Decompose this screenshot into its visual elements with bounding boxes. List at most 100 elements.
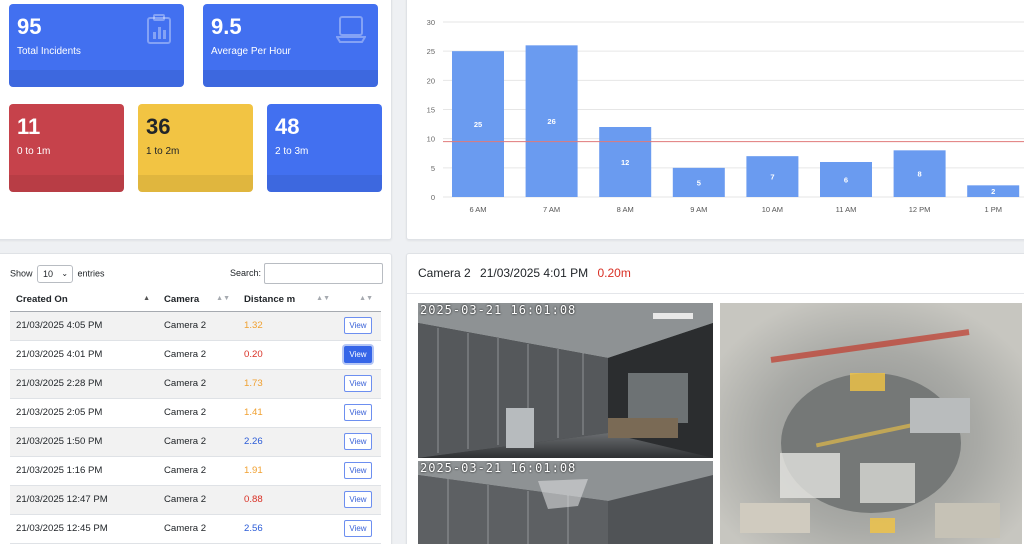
- bar-data-label: 8: [918, 170, 922, 179]
- table-row: 21/03/2025 12:45 PM Camera 2 2.56 View: [10, 514, 381, 544]
- column-header-actions[interactable]: ▲▼: [338, 289, 381, 312]
- clipboard-chart-icon: [146, 14, 172, 49]
- show-label: Show: [10, 268, 33, 279]
- range-1-2m-label: 1 to 2m: [146, 146, 180, 157]
- column-header-created-on[interactable]: Created On ▲: [10, 289, 158, 312]
- view-button[interactable]: View: [344, 433, 372, 450]
- view-button[interactable]: View: [344, 462, 372, 479]
- camera-cell: Camera 2: [158, 427, 238, 457]
- camera-feed-bottom: 2025-03-21 16:01:08: [418, 461, 713, 544]
- average-per-hour-label: Average Per Hour: [211, 46, 291, 57]
- distance-cell: 0.88: [238, 485, 338, 515]
- camera-timestamp-top: 2025-03-21 16:01:08: [420, 303, 577, 317]
- actions-cell: View: [338, 514, 381, 544]
- range-2-3m-card: 48 2 to 3m: [267, 104, 382, 192]
- sort-icon: ▲▼: [316, 295, 330, 302]
- actions-cell: View: [338, 398, 381, 428]
- actions-cell: View: [338, 427, 381, 457]
- distance-cell: 1.91: [238, 456, 338, 486]
- sort-asc-icon: ▲: [143, 295, 150, 302]
- column-header-camera[interactable]: Camera ▲▼: [158, 289, 238, 312]
- y-tick-label: 10: [427, 135, 435, 144]
- view-button[interactable]: View: [344, 491, 372, 508]
- table-row: 21/03/2025 1:16 PM Camera 2 1.91 View: [10, 456, 381, 486]
- bar-data-label: 2: [991, 187, 995, 196]
- camera-feed-top: 2025-03-21 16:01:08: [418, 303, 713, 458]
- distance-cell: 1.41: [238, 398, 338, 428]
- x-tick-label: 8 AM: [617, 205, 634, 214]
- total-incidents-card: 95 Total Incidents: [9, 4, 184, 87]
- total-incidents-value: 95: [17, 14, 42, 39]
- camera-timestamp-bottom: 2025-03-21 16:01:08: [420, 461, 577, 475]
- sort-icon: ▲▼: [359, 295, 373, 302]
- table-row: 21/03/2025 4:01 PM Camera 2 0.20 View: [10, 340, 381, 370]
- chevron-down-icon: ⌄: [61, 269, 69, 278]
- search-label: Search:: [230, 267, 262, 278]
- camera-cell: Camera 2: [158, 398, 238, 428]
- bar-data-label: 25: [474, 120, 482, 129]
- warehouse-image-top: [418, 303, 713, 458]
- entries-select[interactable]: 10 ⌄: [37, 265, 74, 283]
- view-button[interactable]: View: [344, 346, 372, 363]
- camera-feed-fisheye: [720, 303, 1022, 544]
- created-on-cell: 21/03/2025 2:28 PM: [10, 369, 158, 399]
- bar-data-label: 12: [621, 158, 629, 167]
- range-0-1m-label: 0 to 1m: [17, 146, 51, 157]
- sort-icon: ▲▼: [216, 295, 230, 302]
- laptop-icon: [335, 14, 367, 49]
- created-on-cell: 21/03/2025 4:01 PM: [10, 340, 158, 370]
- view-button[interactable]: View: [344, 317, 372, 334]
- camera-cell: Camera 2: [158, 514, 238, 544]
- range-0-1m-value: 11: [17, 114, 41, 139]
- hourly-chart-panel: 0 5 10 15 20 25 30 25 6 AM 26 7 AM 12 8 AM 5 9 AM 7 10 A…: [406, 0, 1024, 240]
- table-row: 21/03/2025 1:50 PM Camera 2 2.26 View: [10, 427, 381, 457]
- distance-cell: 1.32: [238, 311, 338, 341]
- stats-panel: 95 Total Incidents 9.5 Average Per Hour …: [0, 0, 392, 240]
- entries-control: Show 10 ⌄ entries: [10, 265, 105, 283]
- x-tick-label: 9 AM: [690, 205, 707, 214]
- y-tick-label: 0: [431, 193, 435, 202]
- bar-data-label: 5: [697, 178, 701, 187]
- column-header-distance[interactable]: Distance m ▲▼: [238, 289, 338, 312]
- camera-distance: 0.20m: [597, 266, 631, 280]
- camera-header: Camera 2 21/03/2025 4:01 PM 0.20m: [418, 266, 637, 280]
- created-on-cell: 21/03/2025 1:16 PM: [10, 456, 158, 486]
- created-on-cell: 21/03/2025 12:47 PM: [10, 485, 158, 515]
- fisheye-warehouse-image: [720, 303, 1022, 544]
- table-row: 21/03/2025 2:28 PM Camera 2 1.73 View: [10, 369, 381, 399]
- hourly-bar-chart: 051015202530256 AM267 AM128 AM59 AM710 A…: [427, 18, 1024, 214]
- bar-data-label: 6: [844, 176, 848, 185]
- view-button[interactable]: View: [344, 404, 372, 421]
- distance-cell: 0.20: [238, 340, 338, 370]
- range-0-1m-card: 11 0 to 1m: [9, 104, 124, 192]
- table-row: 21/03/2025 12:47 PM Camera 2 0.88 View: [10, 485, 381, 515]
- range-2-3m-value: 48: [275, 114, 300, 139]
- average-per-hour-value: 9.5: [211, 14, 242, 39]
- y-tick-label: 30: [427, 18, 435, 27]
- incidents-table-panel: Show 10 ⌄ entries Search: Created On ▲ Cam…: [0, 253, 392, 544]
- search-input[interactable]: [263, 263, 383, 284]
- search-control: Search:: [230, 263, 383, 284]
- view-button[interactable]: View: [344, 375, 372, 392]
- actions-cell: View: [338, 369, 381, 399]
- camera-cell: Camera 2: [158, 340, 238, 370]
- camera-cell: Camera 2: [158, 485, 238, 515]
- actions-cell: View: [338, 340, 381, 370]
- x-tick-label: 12 PM: [909, 205, 931, 214]
- view-button[interactable]: View: [344, 520, 372, 537]
- table-row: 21/03/2025 2:05 PM Camera 2 1.41 View: [10, 398, 381, 428]
- created-on-cell: 21/03/2025 2:05 PM: [10, 398, 158, 428]
- actions-cell: View: [338, 485, 381, 515]
- actions-cell: View: [338, 311, 381, 341]
- x-tick-label: 10 AM: [762, 205, 783, 214]
- y-tick-label: 5: [431, 164, 435, 173]
- incidents-table: Created On ▲ Camera ▲▼ Distance m ▲▼ ▲▼ 21/…: [10, 289, 381, 544]
- camera-datetime: 21/03/2025 4:01 PM: [480, 266, 589, 280]
- x-tick-label: 6 AM: [469, 205, 486, 214]
- bar-data-label: 7: [770, 173, 774, 182]
- y-tick-label: 25: [427, 47, 435, 56]
- table-row: 21/03/2025 4:05 PM Camera 2 1.32 View: [10, 311, 381, 341]
- distance-cell: 2.26: [238, 427, 338, 457]
- distance-cell: 2.56: [238, 514, 338, 544]
- created-on-cell: 21/03/2025 12:45 PM: [10, 514, 158, 544]
